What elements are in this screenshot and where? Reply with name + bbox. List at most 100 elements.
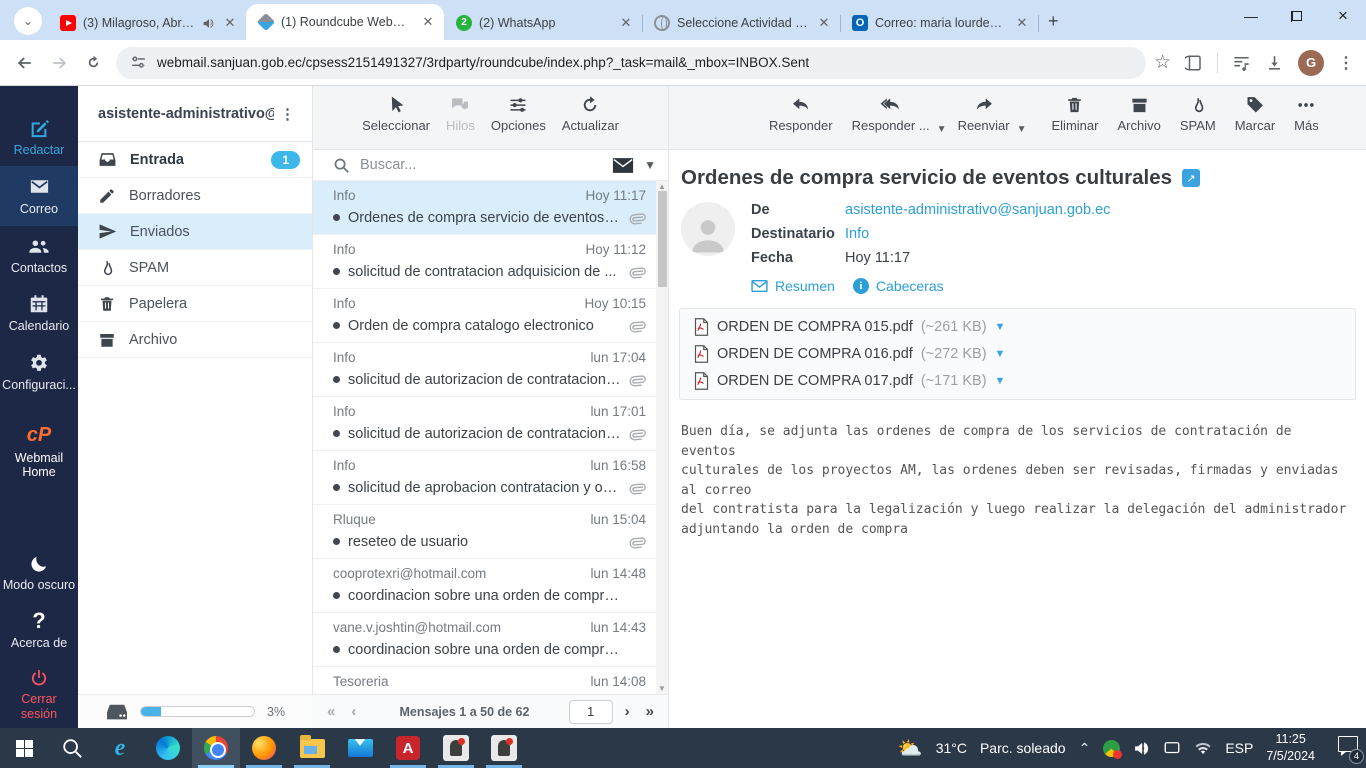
url-text[interactable]: webmail.sanjuan.gob.ec/cpsess2151491327/… [157,55,809,70]
delete-button[interactable]: Eliminar [1052,95,1098,133]
sidebar-item-mail[interactable]: Correo [0,166,78,226]
taskbar-search-icon[interactable] [48,728,96,768]
message-row[interactable]: vane.v.joshtin@hotmail.com lun 14:43 coor… [313,613,656,667]
browser-tab-4[interactable]: Seleccione Actividad a modi ✕ [642,6,841,40]
browser-tab-5[interactable]: O Correo: maria lourdes peñaf ✕ [840,6,1039,40]
tray-wifi-icon[interactable] [1194,741,1212,756]
chrome-menu-icon[interactable]: ⋮ [1338,53,1354,73]
folder-inbox[interactable]: Entrada 1 [78,142,312,178]
tray-expand-chevron-icon[interactable]: ⌃ [1079,740,1091,757]
scroll-down-icon[interactable]: ▼ [658,684,666,693]
start-button[interactable] [0,728,48,768]
message-row[interactable]: Info Hoy 10:15 Orden de compra catalogo e… [313,289,656,343]
folder-drafts[interactable]: Borradores [78,178,312,214]
from-address-link[interactable]: asistente-administrativo@sanjuan.gob.ec [845,202,1110,218]
attachment-menu-caret-icon[interactable]: ▼ [995,375,1006,387]
sidebar-item-compose[interactable]: Redactar [0,108,78,166]
reply-button[interactable]: Responder [769,95,833,133]
reply-all-button[interactable]: Responder ... [852,95,930,133]
close-window-button[interactable]: × [1320,0,1366,32]
message-row[interactable]: Info lun 17:01 solicitud de autorizacion … [313,397,656,451]
search-bar[interactable]: Buscar... ▼ [313,150,668,181]
sidebar-item-calendar[interactable]: Calendario [0,284,78,342]
prev-page-button[interactable]: ‹ [347,703,360,720]
mark-button[interactable]: Marcar [1235,95,1275,133]
search-input[interactable]: Buscar... [360,157,602,173]
next-page-button[interactable]: › [621,703,634,720]
refresh-button[interactable]: Actualizar [562,95,619,133]
page-number-input[interactable]: 1 [568,699,613,724]
attachment-menu-caret-icon[interactable]: ▼ [995,348,1006,360]
folder-sent[interactable]: Enviados [78,214,312,250]
threads-button[interactable]: Hilos [446,95,475,133]
taskbar-mail-icon[interactable] [336,728,384,768]
back-button[interactable] [8,46,42,80]
scroll-up-icon[interactable]: ▲ [658,182,666,191]
message-row[interactable]: Tesoreria lun 14:08 [313,667,656,694]
downloads-icon[interactable] [1265,53,1284,72]
scrollbar-thumb[interactable] [657,191,667,287]
tray-weather-condition[interactable]: Parc. soleado [980,740,1066,756]
message-row[interactable]: Rluque lun 15:04 reseteo de usuario [313,505,656,559]
folder-options-kebab-icon[interactable]: ⋮ [274,105,302,123]
spam-button[interactable]: SPAM [1180,95,1216,133]
list-scrollbar[interactable]: ▲ ▼ [656,181,668,694]
browser-tab-3[interactable]: 2 (2) WhatsApp ✕ [444,6,643,40]
to-recipient-link[interactable]: Info [845,226,869,242]
headers-link[interactable]: i Cabeceras [852,278,944,294]
first-page-button[interactable]: « [323,703,339,720]
browser-tab-1[interactable]: (3) Milagroso, Abres Can ✕ [48,6,247,40]
reload-button[interactable] [76,46,110,80]
message-row[interactable]: cooprotexri@hotmail.com lun 14:48 coordin… [313,559,656,613]
weather-icon[interactable]: ⛅ [898,736,923,761]
side-panel-icon[interactable] [1185,54,1203,72]
archive-button[interactable]: Archivo [1117,95,1161,133]
sidebar-item-webmail-home[interactable]: cP Webmail Home [0,415,78,489]
profile-avatar[interactable]: G [1298,49,1324,76]
tray-display-icon[interactable] [1163,740,1181,756]
media-controls-icon[interactable] [1232,53,1251,72]
sidebar-item-dark-mode[interactable]: Modo oscuro [0,545,78,601]
taskbar-file-explorer-icon[interactable] [288,728,336,768]
attachment-item[interactable]: ORDEN DE COMPRA 015.pdf (~261 KB) ▼ [694,318,1005,336]
browser-tab-2[interactable]: (1) Roundcube Webmail :: En ✕ [246,4,444,40]
open-in-new-window-icon[interactable]: ↗ [1182,169,1201,187]
options-button[interactable]: Opciones [491,95,546,133]
attachment-menu-caret-icon[interactable]: ▼ [995,321,1006,333]
tab-close-icon[interactable]: ✕ [1014,15,1030,31]
attachment-item[interactable]: ORDEN DE COMPRA 017.pdf (~171 KB) ▼ [694,372,1005,390]
tab-search-chevron-icon[interactable]: ⌄ [14,7,42,35]
message-row[interactable]: Info lun 17:04 solicitud de autorizacion … [313,343,656,397]
forward-button[interactable]: Reenviar [958,95,1010,133]
sidebar-item-contacts[interactable]: Contactos [0,226,78,284]
sidebar-item-logout[interactable]: Cerrar sesión [0,659,78,730]
minimize-button[interactable]: — [1228,0,1274,32]
tab-close-icon[interactable]: ✕ [618,15,634,31]
tab-close-icon[interactable]: ✕ [420,14,436,30]
tray-antivirus-icon[interactable] [1103,739,1123,759]
taskbar-firefox-icon[interactable] [240,728,288,768]
forward-button[interactable] [42,46,76,80]
tray-volume-icon[interactable] [1133,740,1150,757]
folder-trash[interactable]: Papelera [78,286,312,322]
new-tab-button[interactable]: + [1048,11,1059,32]
message-row[interactable]: Info lun 16:58 solicitud de aprobacion co… [313,451,656,505]
tab-close-icon[interactable]: ✕ [222,15,238,31]
taskbar-app1-icon[interactable] [432,728,480,768]
message-row[interactable]: Info Hoy 11:12 solicitud de contratacion … [313,235,656,289]
reply-all-caret-icon[interactable]: ▼ [937,124,947,135]
taskbar-chrome-icon[interactable] [192,728,240,768]
forward-caret-icon[interactable]: ▼ [1017,124,1027,135]
tab-audio-icon[interactable] [202,17,215,30]
summary-link[interactable]: Resumen [751,278,835,294]
address-bar[interactable]: webmail.sanjuan.gob.ec/cpsess2151491327/… [116,46,1146,79]
bookmark-star-icon[interactable]: ☆ [1154,51,1171,74]
site-info-icon[interactable] [130,54,147,71]
restore-button[interactable] [1274,0,1320,32]
taskbar-internet-explorer-icon[interactable]: e [96,728,144,768]
sidebar-item-settings[interactable]: Configuraci... [0,343,78,401]
taskbar-acrobat-icon[interactable]: A [384,728,432,768]
notification-center-icon[interactable]: 4 [1328,736,1364,764]
more-button[interactable]: Más [1294,95,1319,133]
folder-archive[interactable]: Archivo [78,322,312,358]
